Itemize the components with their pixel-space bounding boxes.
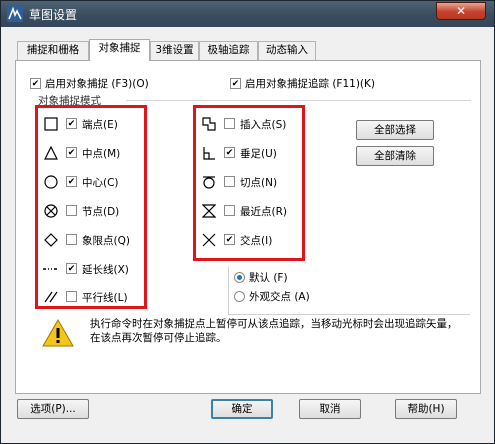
snap-checkbox-tangent[interactable] (224, 176, 235, 187)
select-all-button[interactable]: 全部选择 (356, 120, 434, 140)
node-icon (44, 204, 58, 218)
group-divider (126, 100, 471, 101)
parallel-icon (44, 291, 58, 303)
snap-checkbox-insertion[interactable] (224, 118, 235, 129)
snap-label-endpoint[interactable]: 端点(E) (82, 117, 118, 132)
dialog-client-area: 捕捉和栅格 对象捕捉 3维设置 极轴追踪 动态输入 启用对象捕捉 (F3)(O)… (7, 31, 488, 439)
square-endpoint-icon (44, 117, 58, 131)
insertion-icon (202, 117, 216, 131)
window-title: 草图设置 (29, 8, 78, 22)
snap-label-extension[interactable]: 延长线(X) (82, 262, 129, 277)
nearest-icon (202, 204, 216, 218)
snap-checkbox-midpoint[interactable] (66, 147, 77, 158)
enable-snap-label[interactable]: 启用对象捕捉 (F3)(O) (45, 76, 149, 91)
diamond-quadrant-icon (44, 233, 58, 247)
snap-label-midpoint[interactable]: 中点(M) (82, 146, 120, 161)
tab-object-snap[interactable]: 对象捕捉 (89, 39, 150, 61)
snap-checkbox-node[interactable] (66, 205, 77, 216)
snap-checkbox-quadrant[interactable] (66, 234, 77, 245)
snap-label-intersection[interactable]: 交点(I) (240, 233, 272, 248)
options-button[interactable]: 选项(P)... (17, 399, 89, 419)
radio-label-default[interactable]: 默认 (F) (249, 270, 288, 285)
triangle-midpoint-icon (44, 146, 58, 160)
tab-3d-settings[interactable]: 3维设置 (150, 41, 199, 60)
circle-center-icon (44, 175, 58, 189)
cancel-button[interactable]: 取消 (299, 399, 361, 419)
object-snap-panel: 启用对象捕捉 (F3)(O) 启用对象捕捉追踪 (F11)(K) 对象捕捉模式 … (15, 60, 481, 394)
intersection-icon (202, 233, 216, 247)
radio-label-apparent-intersection[interactable]: 外观交点 (A) (249, 289, 310, 304)
snap-label-center[interactable]: 中心(C) (82, 175, 119, 190)
enable-tracking-checkbox[interactable] (230, 78, 241, 89)
enable-snap-checkbox[interactable] (30, 78, 41, 89)
snap-checkbox-nearest[interactable] (224, 205, 235, 216)
close-button[interactable]: ✕ (436, 2, 486, 20)
snap-label-insertion[interactable]: 插入点(S) (240, 117, 286, 132)
extension-icon (43, 268, 57, 270)
snap-checkbox-endpoint[interactable] (66, 118, 77, 129)
radio-default[interactable] (234, 272, 245, 283)
snap-checkbox-center[interactable] (66, 176, 77, 187)
tangent-icon (203, 176, 215, 189)
warning-icon (42, 319, 74, 347)
snap-label-tangent[interactable]: 切点(N) (240, 175, 277, 190)
ok-button[interactable]: 确定 (211, 399, 273, 419)
enable-tracking-label[interactable]: 启用对象捕捉追踪 (F11)(K) (245, 76, 375, 91)
snap-checkbox-extension[interactable] (66, 263, 77, 274)
snap-label-node[interactable]: 节点(D) (82, 204, 119, 219)
title-bar[interactable]: 草图设置 ✕ (1, 1, 494, 27)
app-icon (7, 6, 23, 22)
snap-checkbox-parallel[interactable] (66, 291, 77, 302)
clear-all-button[interactable]: 全部清除 (356, 146, 434, 166)
tab-snap-grid[interactable]: 捕捉和栅格 (17, 41, 89, 60)
snap-checkbox-intersection[interactable] (224, 234, 235, 245)
tracking-hint-text: 执行命令时在对象捕捉点上暂停可从该点追踪，当移动光标时会出现追踪矢量，在该点再次… (90, 318, 458, 344)
tab-dynamic-input[interactable]: 动态输入 (258, 41, 316, 60)
draft-settings-window: 草图设置 ✕ 捕捉和栅格 对象捕捉 3维设置 极轴追踪 动态输入 启用对象捕捉 … (0, 0, 495, 444)
tab-polar-tracking[interactable]: 极轴追踪 (199, 41, 258, 60)
snap-label-parallel[interactable]: 平行线(L) (82, 290, 128, 305)
help-button[interactable]: 帮助(H) (395, 399, 457, 419)
snap-checkbox-perpendicular[interactable] (224, 147, 235, 158)
perpendicular-icon (203, 147, 215, 160)
radio-apparent-intersection[interactable] (234, 291, 245, 302)
snap-label-nearest[interactable]: 最近点(R) (240, 204, 287, 219)
snap-label-perpendicular[interactable]: 垂足(U) (240, 146, 277, 161)
snap-label-quadrant[interactable]: 象限点(Q) (82, 233, 130, 248)
